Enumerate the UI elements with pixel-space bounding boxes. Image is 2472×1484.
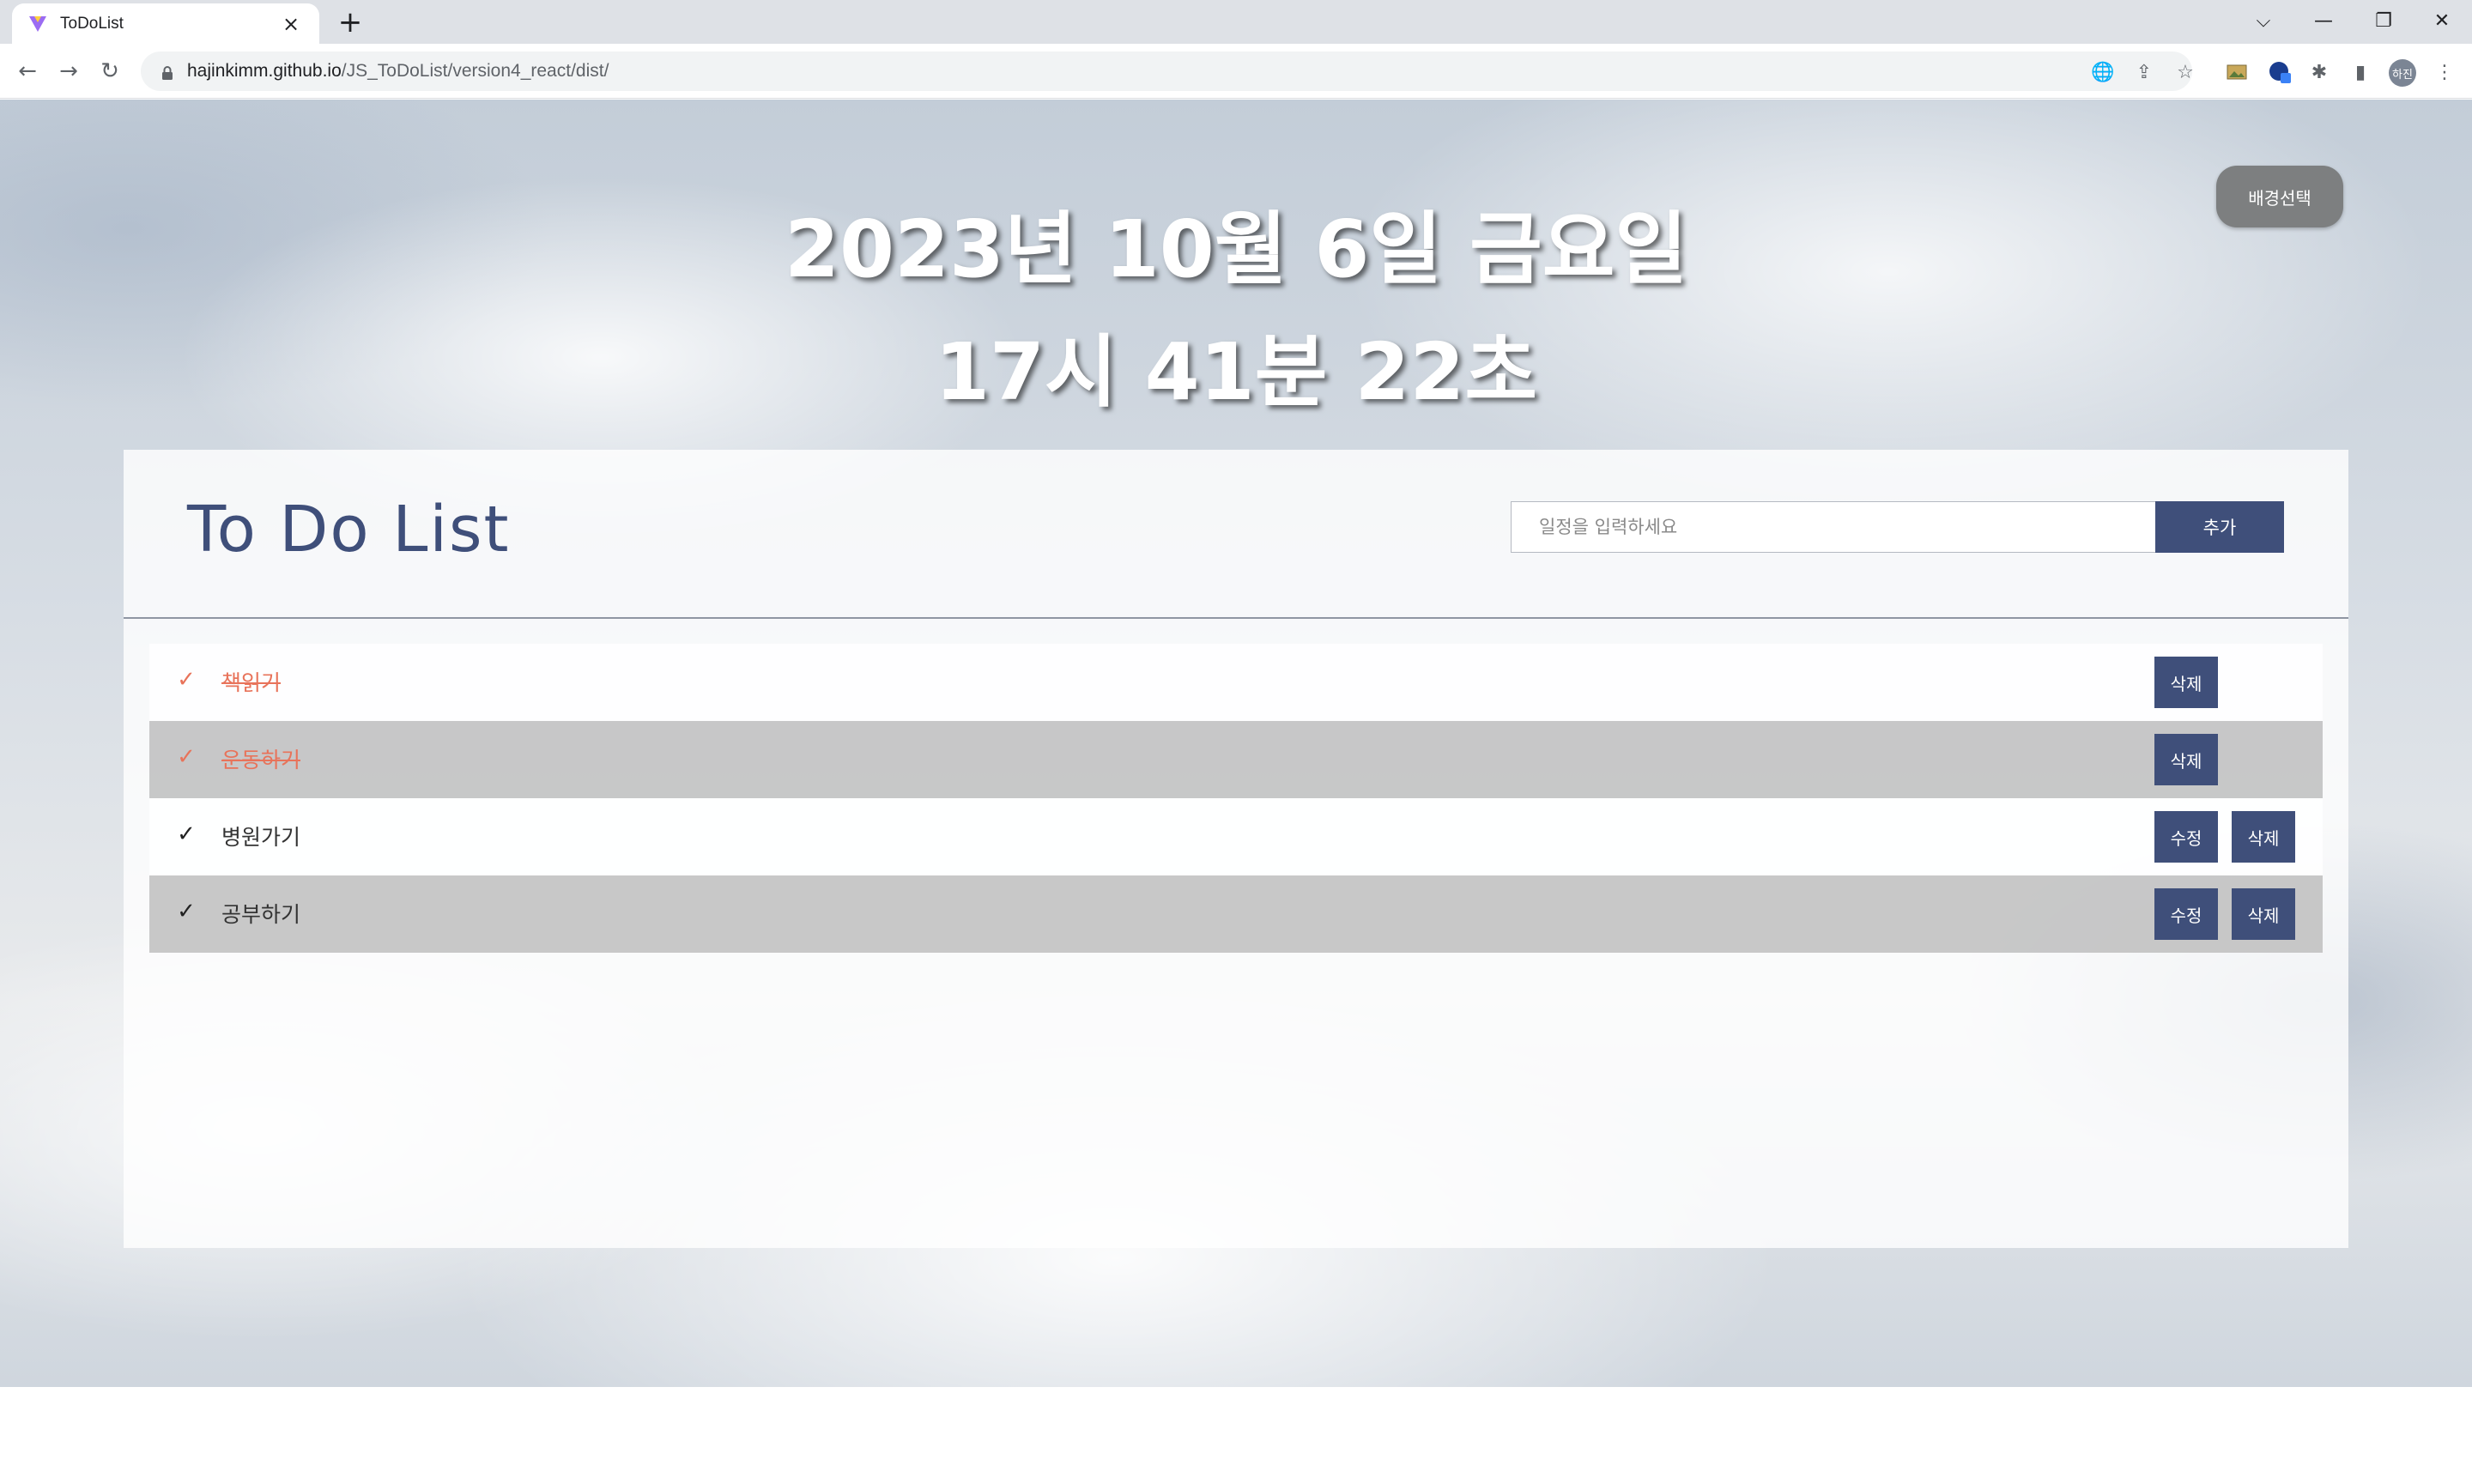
check-icon[interactable]: ✓ — [173, 744, 199, 770]
bookmark-star-icon[interactable]: ☆ — [2172, 58, 2199, 86]
todo-item: ✓ 공부하기 수정 삭제 — [149, 875, 2323, 953]
browser-toolbar: ← → ↻ hajinkimm.github.io /JS_ToDoList/v… — [0, 44, 2472, 99]
restore-icon[interactable]: ❐ — [2364, 3, 2403, 38]
todo-item: ✓ 운동하기 삭제 — [149, 721, 2323, 798]
todo-text: 운동하기 — [221, 748, 301, 772]
edit-button[interactable]: 수정 — [2154, 888, 2218, 940]
close-window-icon[interactable]: ✕ — [2422, 3, 2462, 38]
delete-button[interactable]: 삭제 — [2154, 657, 2218, 708]
check-icon[interactable]: ✓ — [173, 899, 199, 924]
reload-icon[interactable]: ↻ — [94, 56, 125, 87]
lock-icon — [160, 62, 175, 81]
delete-button[interactable]: 삭제 — [2232, 811, 2295, 863]
page-title: To Do List — [187, 493, 511, 566]
image-extension-icon[interactable] — [2223, 58, 2251, 86]
forward-icon[interactable]: → — [53, 56, 84, 87]
translate-icon[interactable]: 🌐 — [2089, 58, 2117, 86]
current-time: 17시 41분 22초 — [934, 326, 1538, 418]
tab-title: ToDoList — [60, 14, 124, 33]
share-icon[interactable]: ⇪ — [2130, 58, 2158, 86]
todo-item: ✓ 책읽기 삭제 — [149, 644, 2323, 721]
menu-icon[interactable]: ⋮ — [2431, 58, 2458, 86]
new-tab-button[interactable]: + — [335, 5, 366, 39]
tab-close-icon[interactable]: × — [278, 11, 304, 37]
puzzle-icon[interactable]: ✱ — [2305, 58, 2333, 86]
todo-item: ✓ 병원가기 수정 삭제 — [149, 798, 2323, 875]
divider — [124, 617, 2348, 619]
url-path: /JS_ToDoList/version4_react/dist/ — [341, 61, 609, 81]
edit-button[interactable]: 수정 — [2154, 811, 2218, 863]
profile-avatar[interactable]: 하진 — [2389, 59, 2416, 87]
todo-text: 책읽기 — [221, 670, 282, 695]
address-bar[interactable]: hajinkimm.github.io /JS_ToDoList/version… — [141, 51, 2194, 91]
browser-tab-strip: ToDoList × + ⌵ — ❐ ✕ — [0, 0, 2472, 44]
todo-input[interactable] — [1511, 501, 2156, 553]
delete-button[interactable]: 삭제 — [2154, 734, 2218, 785]
vite-favicon-icon — [27, 14, 48, 34]
minimize-icon[interactable]: — — [2304, 3, 2343, 38]
extension-icon[interactable] — [2266, 58, 2293, 86]
back-icon[interactable]: ← — [12, 56, 43, 87]
add-button[interactable]: 추가 — [2155, 501, 2284, 553]
todo-text: 병원가기 — [221, 825, 301, 850]
tab-search-icon[interactable]: ⌵ — [2244, 3, 2283, 38]
url-host: hajinkimm.github.io — [187, 61, 342, 81]
page-viewport: 2023년 10월 6일 금요일 17시 41분 22초 배경선택 To Do … — [0, 100, 2472, 1484]
check-icon[interactable]: ✓ — [173, 821, 199, 847]
background-select-button[interactable]: 배경선택 — [2216, 166, 2343, 227]
side-panel-icon[interactable]: ▮ — [2347, 58, 2374, 86]
check-icon[interactable]: ✓ — [173, 667, 199, 693]
todo-text: 공부하기 — [221, 902, 301, 927]
todo-list: ✓ 책읽기 삭제 ✓ 운동하기 삭제 ✓ 병원가기 수정 삭제 ✓ 공부하기 수… — [149, 644, 2323, 953]
todo-panel: To Do List 추가 ✓ 책읽기 삭제 ✓ 운동하기 삭제 ✓ 병원가기 … — [124, 450, 2348, 1248]
browser-tab[interactable]: ToDoList × — [12, 3, 319, 44]
current-date: 2023년 10월 6일 금요일 — [784, 203, 1688, 295]
delete-button[interactable]: 삭제 — [2232, 888, 2295, 940]
